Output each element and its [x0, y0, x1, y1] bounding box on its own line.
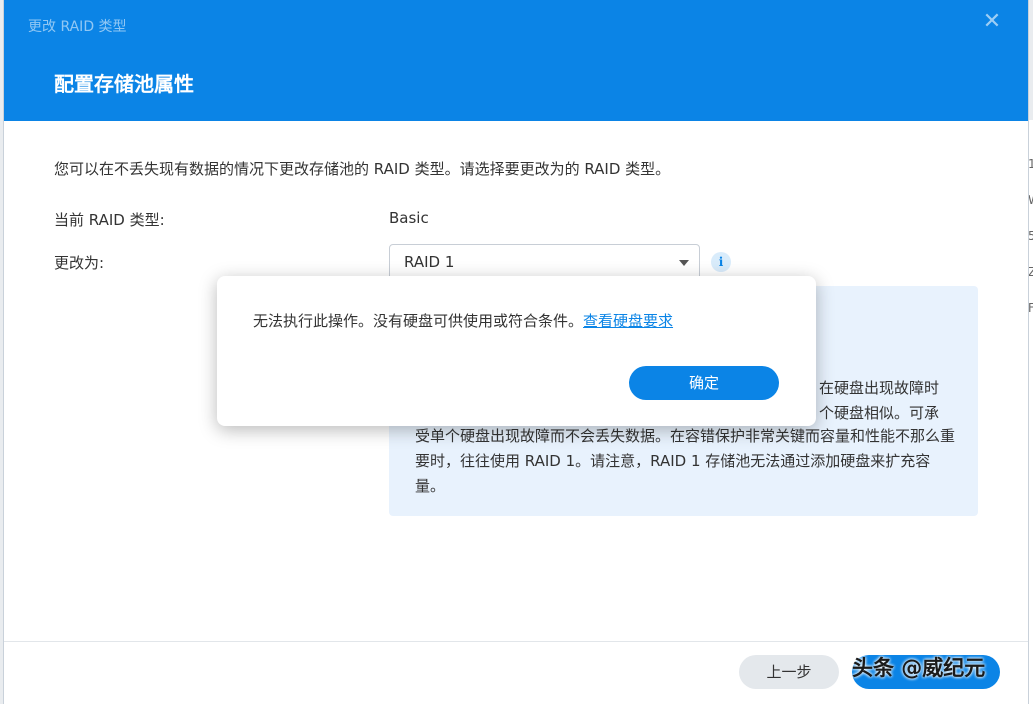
- background-text: Z: [1028, 265, 1033, 279]
- background-text: 5: [1028, 229, 1033, 243]
- footer-divider: [4, 641, 1028, 642]
- current-raid-value: Basic: [389, 209, 429, 227]
- raid-type-select-value: RAID 1: [404, 253, 455, 271]
- step-title: 配置存储池属性: [54, 72, 194, 96]
- info-text: 受单个硬盘出现故障而不会丢失数据。在容错保护非常关键而容量和性能不那么重要时，往…: [415, 427, 956, 495]
- disk-requirements-link[interactable]: 查看硬盘要求: [583, 312, 673, 330]
- window-title: 更改 RAID 类型: [28, 19, 127, 35]
- change-to-label: 更改为:: [54, 254, 105, 272]
- description: 您可以在不丢失现有数据的情况下更改存储池的 RAID 类型。请选择要更改为的 R…: [54, 160, 671, 178]
- current-raid-label: 当前 RAID 类型:: [54, 211, 165, 229]
- info-text-fragment: 个硬盘相似。可承: [819, 404, 940, 422]
- background-text: 1: [1028, 157, 1033, 171]
- modal-message: 无法执行此操作。没有硬盘可供使用或符合条件。查看硬盘要求: [253, 310, 673, 331]
- info-text-fragment: 在硬盘出现故障时: [819, 379, 940, 397]
- info-icon[interactable]: i: [711, 252, 731, 272]
- modal-message-text: 无法执行此操作。没有硬盘可供使用或符合条件。: [253, 312, 584, 330]
- close-icon[interactable]: ✕: [980, 10, 1004, 34]
- error-modal: 无法执行此操作。没有硬盘可供使用或符合条件。查看硬盘要求 确定: [217, 276, 816, 426]
- background-window-edge: [1028, 120, 1033, 704]
- background-text: F: [1028, 301, 1033, 315]
- dialog-header: 更改 RAID 类型 ✕ 配置存储池属性: [4, 0, 1028, 121]
- back-button[interactable]: 上一步: [739, 655, 839, 689]
- chevron-down-icon: [679, 260, 689, 266]
- raid-type-select[interactable]: RAID 1: [389, 244, 700, 280]
- background-text: W: [1028, 193, 1033, 207]
- ok-button[interactable]: 确定: [629, 366, 779, 400]
- watermark: 头条 @威纪元: [852, 656, 986, 680]
